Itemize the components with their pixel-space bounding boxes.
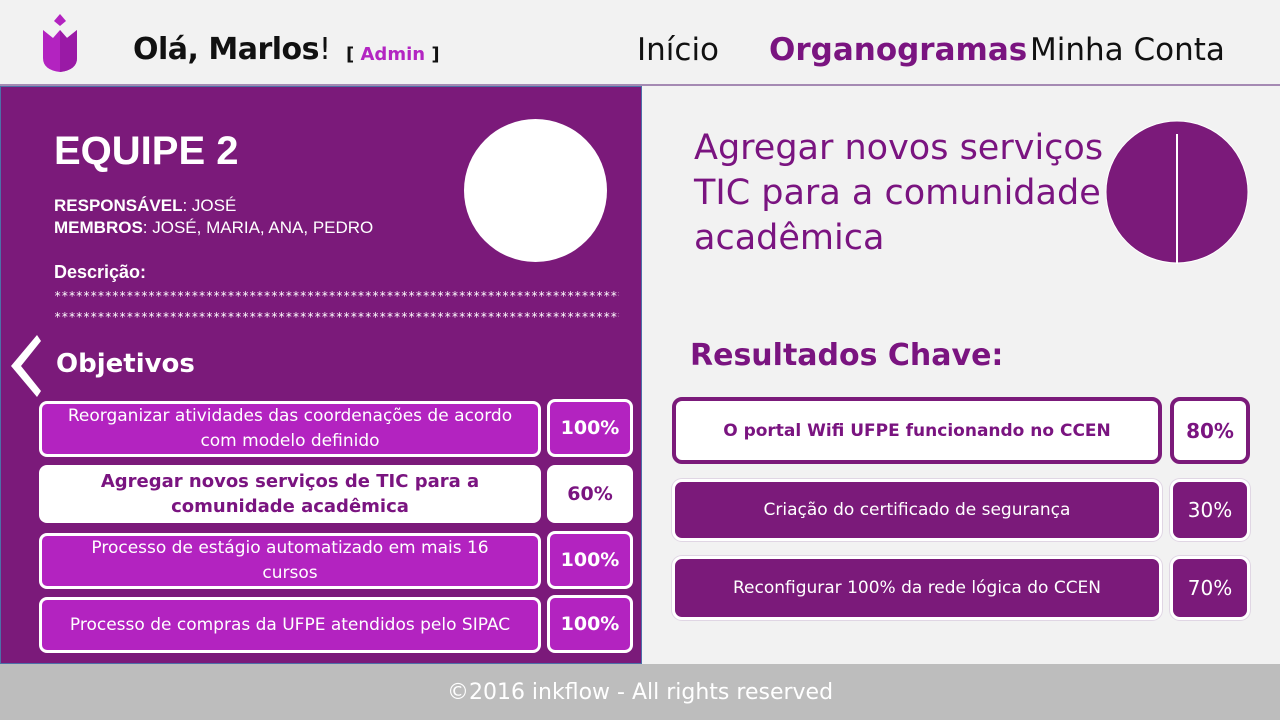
objective-percent: 60%: [547, 465, 633, 523]
role-bracket-open: [: [346, 44, 361, 65]
nav-inicio[interactable]: Início: [637, 32, 719, 68]
key-result-item-selected[interactable]: O portal Wifi UFPE funcionando no CCEN: [672, 397, 1162, 464]
team-panel: EQUIPE 2 RESPONSÁVEL: JOSÉ MEMBROS: JOSÉ…: [0, 86, 642, 664]
objective-percent: 100%: [547, 399, 633, 457]
greeting: Olá, Marlos!: [133, 32, 331, 67]
chevron-left-icon[interactable]: [7, 333, 43, 399]
description-label: Descrição:: [54, 262, 147, 282]
responsible-label: RESPONSÁVEL: [54, 196, 183, 215]
objective-percent: 100%: [547, 531, 633, 589]
members-value: : JOSÉ, MARIA, ANA, PEDRO: [142, 218, 374, 237]
team-responsible: RESPONSÁVEL: JOSÉ: [54, 196, 236, 216]
objective-detail-panel: Agregar novos serviços TIC para a comuni…: [642, 86, 1280, 664]
team-members: MEMBROS: JOSÉ, MARIA, ANA, PEDRO: [54, 218, 373, 238]
nav-organogramas[interactable]: Organogramas: [769, 32, 1027, 68]
team-name: EQUIPE 2: [54, 129, 239, 173]
footer-text: ©2016 inkflow - All rights reserved: [446, 679, 834, 705]
greeting-text: Olá, Marlos: [133, 32, 320, 67]
footer: ©2016 inkflow - All rights reserved: [0, 664, 1280, 720]
key-results-title: Resultados Chave:: [690, 338, 1004, 373]
responsible-value: : JOSÉ: [182, 196, 237, 215]
key-result-item[interactable]: Reconfigurar 100% da rede lógica do CCEN: [672, 556, 1162, 620]
key-result-percent: 30%: [1170, 479, 1250, 541]
members-label: MEMBROS: [54, 218, 143, 237]
objectives-title: Objetivos: [56, 349, 195, 379]
objective-item[interactable]: Processo de estágio automatizado em mais…: [39, 533, 541, 589]
objective-item[interactable]: Processo de compras da UFPE atendidos pe…: [39, 597, 541, 653]
key-result-item[interactable]: Criação do certificado de segurança: [672, 479, 1162, 541]
key-result-percent: 80%: [1170, 397, 1250, 464]
greeting-mark: !: [319, 32, 331, 67]
objective-item[interactable]: Reorganizar atividades das coordenações …: [39, 401, 541, 457]
key-result-percent: 70%: [1170, 556, 1250, 620]
objective-percent: 100%: [547, 595, 633, 653]
team-avatar: [464, 119, 607, 262]
user-role: Admin: [360, 44, 426, 65]
description-line: ****************************************…: [54, 289, 619, 303]
objective-detail-title: Agregar novos serviços TIC para a comuni…: [694, 128, 1104, 258]
page: Olá, Marlos! [ Admin ] Início Organogram…: [0, 0, 1280, 720]
role-bracket-close: ]: [425, 44, 440, 65]
objective-item-selected[interactable]: Agregar novos serviços de TIC para a com…: [39, 465, 541, 523]
pie-chart-icon: [1105, 120, 1249, 264]
user-role-badge: [ Admin ]: [346, 44, 440, 65]
nav-minha-conta[interactable]: Minha Conta: [1030, 32, 1225, 68]
description-line: ****************************************…: [54, 310, 619, 324]
header: Olá, Marlos! [ Admin ] Início Organogram…: [0, 0, 1280, 86]
app-logo-icon[interactable]: [40, 14, 80, 74]
